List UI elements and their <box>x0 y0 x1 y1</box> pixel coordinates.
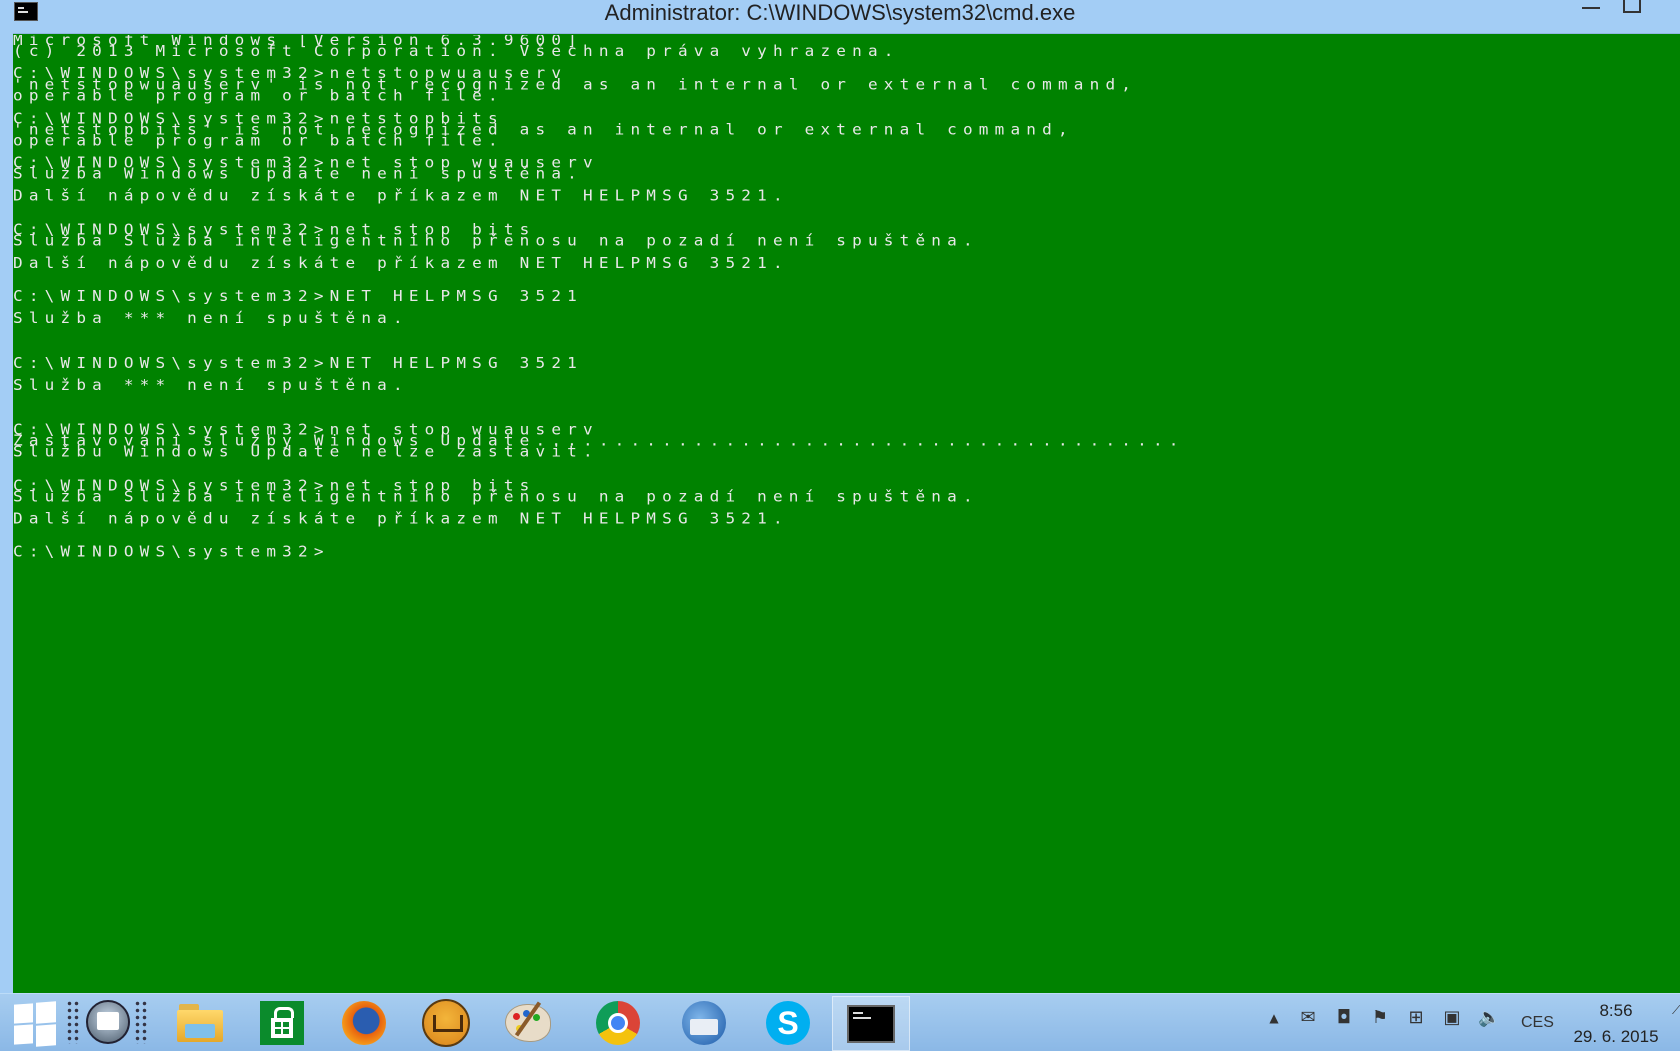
folder-icon <box>177 1003 223 1042</box>
window-title: Administrator: C:\WINDOWS\system32\cmd.e… <box>604 0 1076 25</box>
taskbar-app-thunderbird[interactable] <box>666 996 742 1049</box>
console-text: Microsoft Windows [Version 6.3.9600] (c) … <box>13 35 1680 561</box>
chrome-icon <box>596 1000 640 1045</box>
taskbar-app-firefox[interactable] <box>326 996 402 1049</box>
action-center-flag-icon[interactable]: ⚑ <box>1370 1008 1390 1028</box>
minimize-button[interactable] <box>1582 7 1600 9</box>
taskbar-app-skype[interactable]: S <box>750 996 826 1049</box>
console-line: C:\WINDOWS\system32> <box>13 543 330 561</box>
console-line: Další nápovědu získáte příkazem NET HELP… <box>13 187 789 205</box>
console-output[interactable]: Microsoft Windows [Version 6.3.9600] (c) … <box>13 35 1680 993</box>
show-hidden-icons-chevron-icon[interactable]: ▲ <box>1264 1008 1284 1028</box>
console-line: Další nápovědu získáte příkazem NET HELP… <box>13 253 789 272</box>
console-line: Služba Windows Update není spuštěna. <box>13 164 583 183</box>
console-line: Služba Služba inteligentního přenosu na … <box>13 231 979 250</box>
mail-client-icon <box>422 998 470 1047</box>
clock-date[interactable]: 29. 6. 2015 <box>1568 1027 1664 1047</box>
console-line: (c) 2013 Microsoft Corporation. Všechna … <box>13 42 900 60</box>
console-line: Služba *** není spuštěna. <box>13 309 409 327</box>
store-icon <box>260 1000 304 1045</box>
cmd-icon <box>847 1004 895 1043</box>
console-line: Služba Služba inteligentního přenosu na … <box>13 487 979 505</box>
console-line: C:\WINDOWS\system32>NET HELPMSG 3521 <box>13 287 583 305</box>
windows-update-icon[interactable]: ⊞ <box>1406 1008 1426 1028</box>
maximize-button[interactable] <box>1623 0 1641 13</box>
console-line: Služba *** není spuštěna. <box>13 376 409 394</box>
sync-app-icon[interactable]: ◘ <box>1334 1008 1354 1028</box>
firefox-icon <box>342 1000 386 1045</box>
show-desktop-button[interactable]: ⟋ <box>1672 1003 1680 1017</box>
start-button[interactable] <box>14 1001 56 1047</box>
console-line: C:\WINDOWS\system32>NET HELPMSG 3521 <box>13 353 583 372</box>
taskbar-app-paint[interactable] <box>490 996 566 1049</box>
window-border <box>0 33 13 995</box>
mail-notification-icon[interactable]: ✉ <box>1298 1008 1318 1028</box>
clock-time[interactable]: 8:56 <box>1580 1001 1652 1021</box>
network-icon[interactable]: ▣ <box>1442 1008 1462 1028</box>
paint-palette-icon <box>505 1000 551 1042</box>
windows-logo-icon <box>14 1003 33 1024</box>
taskbar-app-chrome[interactable] <box>580 996 656 1049</box>
input-language-indicator[interactable]: CES <box>1521 1014 1554 1032</box>
taskbar-app-command-prompt[interactable] <box>832 996 910 1051</box>
volume-icon[interactable]: 🔈 <box>1478 1008 1500 1028</box>
title-bar[interactable]: Administrator: C:\WINDOWS\system32\cmd.e… <box>0 0 1680 34</box>
taskbar-app-file-explorer[interactable] <box>162 996 238 1049</box>
desktop-switcher-icon[interactable] <box>86 1000 130 1044</box>
console-line: Další nápovědu získáte příkazem NET HELP… <box>13 509 789 528</box>
thunderbird-icon <box>682 1000 726 1045</box>
taskbar-grip[interactable] <box>66 1000 80 1044</box>
taskbar-grip[interactable] <box>134 1000 148 1044</box>
taskbar-app-store[interactable] <box>244 996 320 1049</box>
taskbar: S <box>0 993 1680 1051</box>
taskbar-app-email-client[interactable] <box>408 996 484 1049</box>
skype-icon: S <box>766 1000 810 1045</box>
